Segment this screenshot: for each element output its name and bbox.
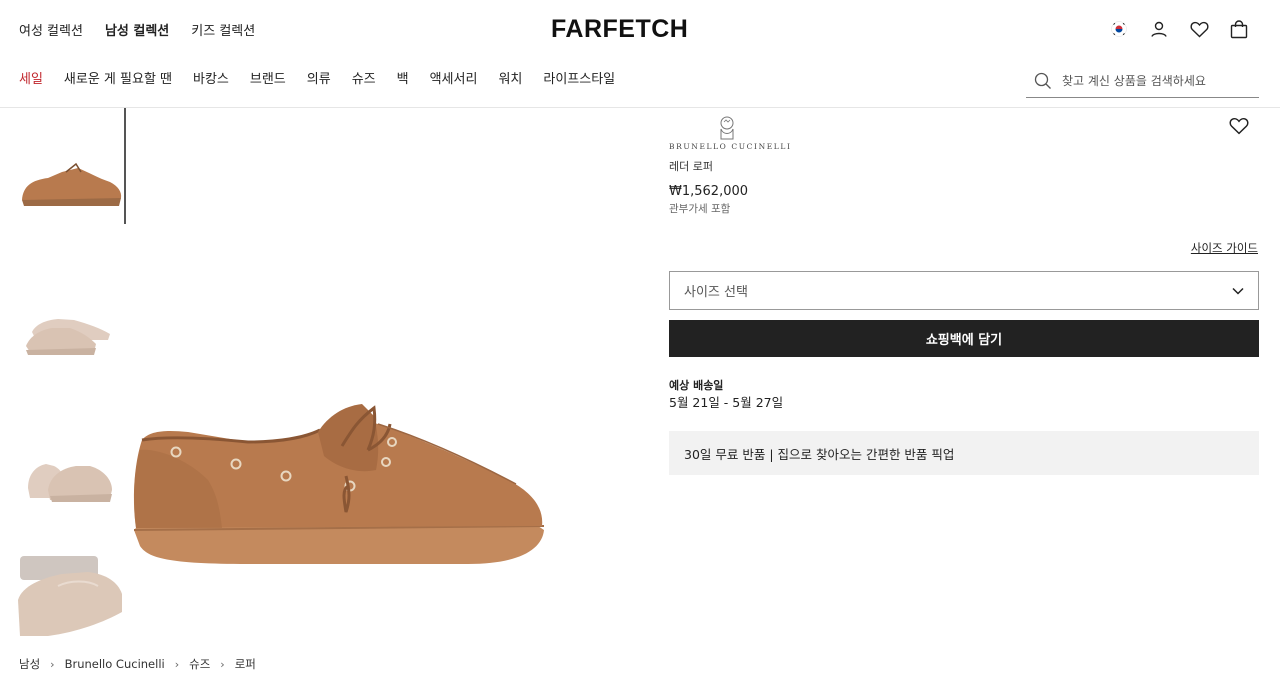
breadcrumb-men[interactable]: 남성 xyxy=(19,656,40,672)
nav-item-vacation[interactable]: 바캉스 xyxy=(193,68,229,87)
chevron-right-icon: › xyxy=(50,657,55,671)
brand-logo[interactable]: BRUNELLO CUCINELLI xyxy=(669,115,792,155)
size-guide-link[interactable]: 사이즈 가이드 xyxy=(1191,240,1258,256)
size-select-dropdown[interactable]: 사이즈 선택 xyxy=(669,271,1259,310)
collection-switcher: 여성 컬렉션 남성 컬렉션 키즈 컬렉션 xyxy=(19,20,255,39)
nav-item-new[interactable]: 새로운 게 필요할 땐 xyxy=(64,68,172,87)
nav-item-sale[interactable]: 세일 xyxy=(19,68,43,87)
nav-item-accessories[interactable]: 액세서리 xyxy=(430,68,478,87)
korea-flag-icon[interactable] xyxy=(1108,18,1130,40)
site-header: 여성 컬렉션 남성 컬렉션 키즈 컬렉션 FARFETCH 세일 새로운 게 필… xyxy=(0,0,1280,108)
duty-note: 관부가세 포함 xyxy=(669,203,731,215)
heart-icon xyxy=(1229,117,1249,135)
nav-item-watches[interactable]: 워치 xyxy=(498,68,522,87)
nav-item-lifestyle[interactable]: 라이프스타일 xyxy=(543,68,615,87)
returns-info-box: 30일 무료 반품 | 집으로 찾아오는 간편한 반품 픽업 xyxy=(669,431,1259,475)
farfetch-logo[interactable]: FARFETCH xyxy=(551,15,688,44)
thumbnail-3[interactable] xyxy=(18,428,122,538)
returns-text: 30일 무료 반품 | 집으로 찾아오는 간편한 반품 픽업 xyxy=(684,446,955,462)
brand-emblem-icon xyxy=(720,116,734,140)
header-icons xyxy=(1108,18,1250,40)
add-to-bag-button[interactable]: 쇼핑백에 담기 xyxy=(669,320,1259,357)
active-thumbnail-indicator xyxy=(124,108,126,224)
main-product-image[interactable] xyxy=(128,380,548,580)
search-bar xyxy=(1026,64,1259,98)
breadcrumb-loafers[interactable]: 로퍼 xyxy=(235,656,256,672)
breadcrumb-brand[interactable]: Brunello Cucinelli xyxy=(65,657,165,671)
product-name: 레더 로퍼 xyxy=(669,160,713,173)
men-collection-link[interactable]: 남성 컬렉션 xyxy=(105,20,169,39)
kids-collection-link[interactable]: 키즈 컬렉션 xyxy=(191,20,255,39)
nav-item-clothing[interactable]: 의류 xyxy=(307,68,331,87)
chevron-right-icon: › xyxy=(220,657,225,671)
size-select-label: 사이즈 선택 xyxy=(684,285,748,300)
shopping-bag-icon[interactable] xyxy=(1228,18,1250,40)
delivery-label: 예상 배송일 xyxy=(669,379,724,392)
delivery-dates: 5월 21일 - 5월 27일 xyxy=(669,395,784,410)
thumbnail-1[interactable] xyxy=(18,128,122,238)
product-price: ₩1,562,000 xyxy=(669,184,749,199)
account-icon[interactable] xyxy=(1148,18,1170,40)
add-to-wishlist-button[interactable] xyxy=(1229,117,1249,137)
nav-item-shoes[interactable]: 슈즈 xyxy=(352,68,376,87)
brand-name: BRUNELLO CUCINELLI xyxy=(669,142,792,151)
breadcrumb-shoes[interactable]: 슈즈 xyxy=(189,656,210,672)
search-input[interactable] xyxy=(1062,73,1252,88)
thumbnail-4[interactable] xyxy=(18,550,122,660)
chevron-down-icon xyxy=(1232,287,1244,295)
thumbnail-2[interactable] xyxy=(18,280,122,390)
nav-item-bags[interactable]: 백 xyxy=(397,68,409,87)
main-nav: 세일 새로운 게 필요할 땐 바캉스 브랜드 의류 슈즈 백 액세서리 워치 라… xyxy=(19,68,615,87)
wishlist-heart-icon[interactable] xyxy=(1188,18,1210,40)
nav-item-brands[interactable]: 브랜드 xyxy=(250,68,286,87)
breadcrumb: 남성 › Brunello Cucinelli › 슈즈 › 로퍼 xyxy=(19,656,256,672)
chevron-right-icon: › xyxy=(174,657,180,671)
search-icon[interactable] xyxy=(1034,72,1052,90)
women-collection-link[interactable]: 여성 컬렉션 xyxy=(19,20,83,39)
